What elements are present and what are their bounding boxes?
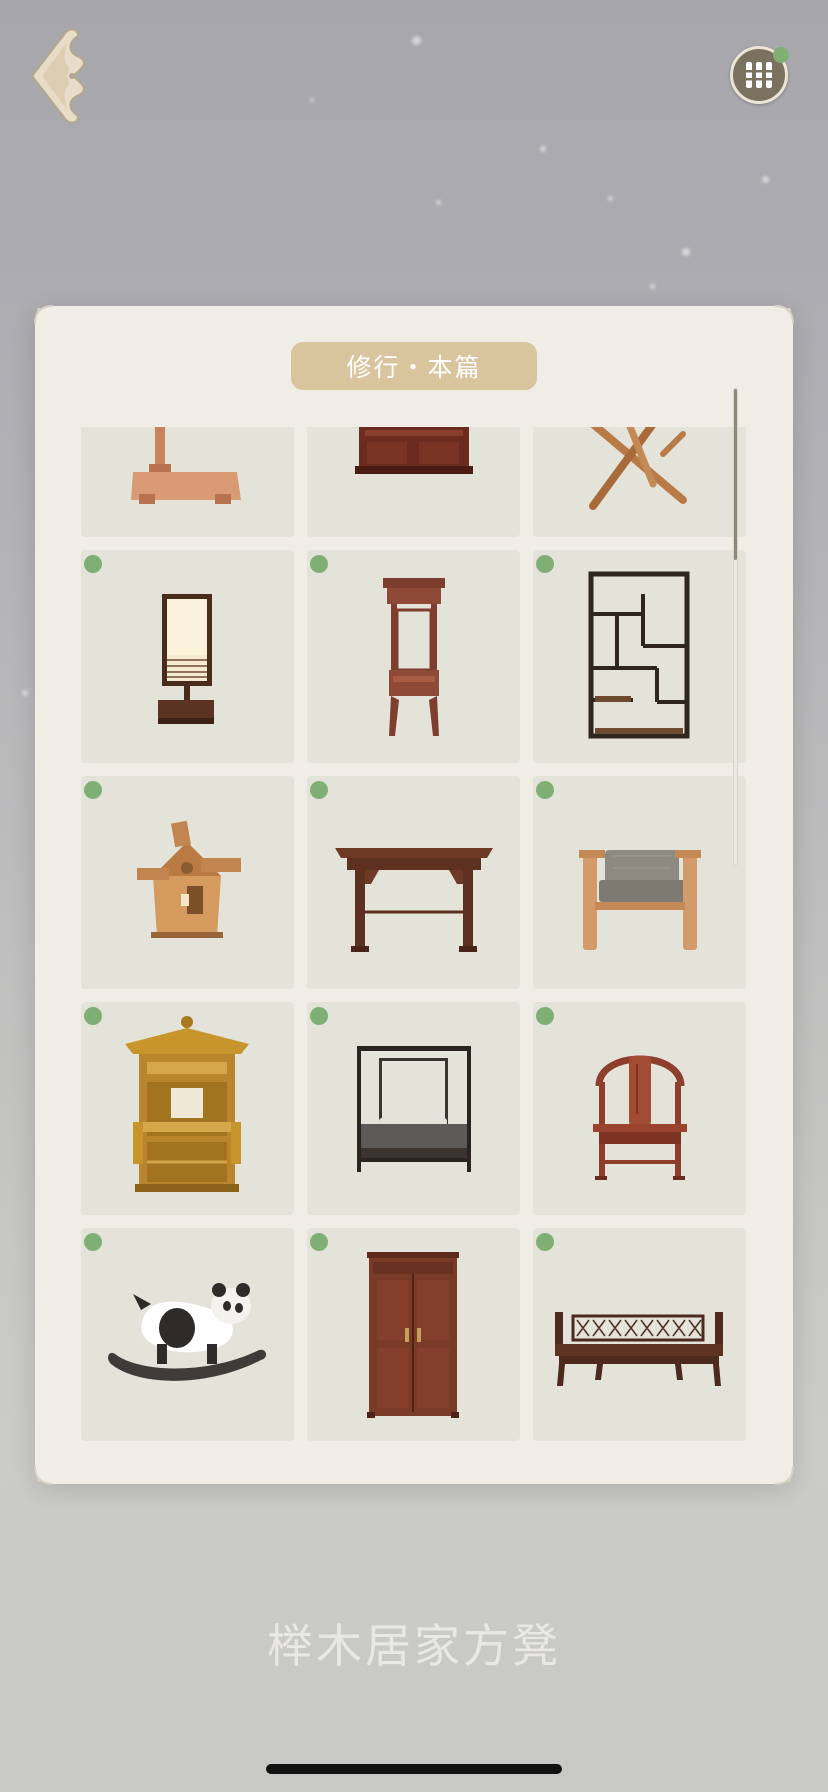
- recessed-leg-side-table-icon: [335, 848, 493, 952]
- unlocked-dot: [84, 781, 102, 799]
- unlocked-dot: [310, 1233, 328, 1251]
- notification-dot: [773, 47, 789, 63]
- scrollbar-track[interactable]: [733, 388, 738, 866]
- menu-button[interactable]: [730, 46, 789, 104]
- snow-particle: [650, 284, 655, 289]
- carved-plant-stand-icon: [383, 578, 445, 736]
- unlocked-dot: [84, 1233, 102, 1251]
- item-cell[interactable]: [533, 427, 746, 537]
- lattice-back-daybed-icon: [555, 1312, 723, 1386]
- tall-wardrobe-icon: [367, 1252, 459, 1418]
- unlocked-dot: [310, 1007, 328, 1025]
- item-cell[interactable]: [533, 1228, 746, 1441]
- snow-particle: [762, 176, 769, 183]
- item-grid-viewport[interactable]: [81, 427, 749, 1451]
- chapter-tag: 修行・本篇: [291, 342, 537, 390]
- home-indicator[interactable]: [266, 1764, 562, 1774]
- ornate-back-arrow-icon: [31, 28, 85, 124]
- corner-ornament-icon: [34, 1465, 54, 1485]
- curio-display-shelf-icon: [588, 571, 690, 739]
- scrollbar-thumb[interactable]: [734, 389, 737, 560]
- selected-item-name: 榉木居家方凳: [267, 1619, 561, 1673]
- collection-panel: 修行・本篇: [34, 305, 794, 1485]
- corner-ornament-icon: [774, 1465, 794, 1485]
- item-cell[interactable]: [533, 776, 746, 989]
- snow-particle: [412, 36, 421, 45]
- paper-table-lamp-icon: [158, 594, 214, 724]
- unlocked-dot: [536, 555, 554, 573]
- item-cell[interactable]: [81, 1228, 294, 1441]
- unlocked-dot: [310, 555, 328, 573]
- wooden-windmill-icon: [137, 820, 241, 938]
- item-cell[interactable]: [81, 427, 294, 537]
- dark-wood-cabinet-base-icon: [355, 427, 473, 474]
- snow-particle: [436, 200, 441, 205]
- unlocked-dot: [536, 781, 554, 799]
- canopy-bed-icon: [357, 1046, 471, 1172]
- back-button[interactable]: [22, 24, 88, 128]
- unlocked-dot: [84, 1007, 102, 1025]
- item-grid: [81, 427, 749, 1441]
- snow-particle: [540, 146, 546, 152]
- item-cell[interactable]: [307, 776, 520, 989]
- corner-ornament-icon: [34, 305, 54, 325]
- item-cell[interactable]: [533, 1002, 746, 1215]
- item-cell[interactable]: [81, 1002, 294, 1215]
- unlocked-dot: [310, 781, 328, 799]
- unlocked-dot: [536, 1007, 554, 1025]
- item-cell[interactable]: [307, 427, 520, 537]
- panda-rocking-horse-icon: [108, 1283, 267, 1381]
- cushioned-armchair-icon: [579, 850, 701, 950]
- item-cell[interactable]: [533, 550, 746, 763]
- crossed-leg-stand-icon: [589, 427, 687, 510]
- snow-particle: [22, 690, 28, 696]
- item-cell[interactable]: [81, 550, 294, 763]
- unlocked-dot: [84, 555, 102, 573]
- lamp-stand-base-icon: [131, 427, 241, 504]
- horseshoe-back-armchair-icon: [593, 1055, 687, 1180]
- carved-sedan-chair-icon: [125, 1016, 249, 1192]
- item-cell[interactable]: [307, 550, 520, 763]
- grid-menu-icon: [744, 62, 774, 88]
- item-cell[interactable]: [81, 776, 294, 989]
- snow-particle: [608, 196, 613, 201]
- item-cell[interactable]: [307, 1002, 520, 1215]
- unlocked-dot: [536, 1233, 554, 1251]
- corner-ornament-icon: [774, 305, 794, 325]
- item-cell[interactable]: [307, 1228, 520, 1441]
- snow-particle: [682, 248, 690, 256]
- snow-particle: [310, 98, 314, 102]
